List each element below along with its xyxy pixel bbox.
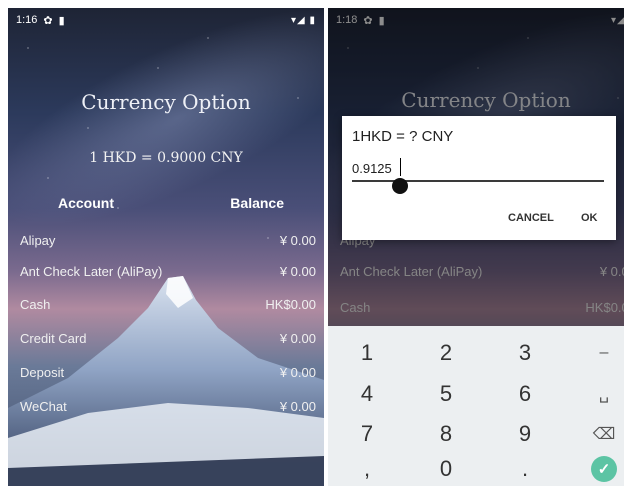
account-row-cash[interactable]: Cash HK$0.00 <box>8 293 324 317</box>
dialog-title: 1HKD = ? CNY <box>352 128 454 145</box>
exchange-rate-button[interactable]: 1 HKD = 0.9000 CNY <box>8 150 324 166</box>
account-balance: ¥ 0.00 <box>279 399 316 414</box>
account-balance: HK$0.00 <box>265 297 316 312</box>
account-balance: ¥ 0.00 <box>279 233 316 248</box>
comma-key[interactable]: , <box>328 450 406 486</box>
account-name: Cash <box>20 297 51 312</box>
table-header: Account Balance <box>8 195 324 217</box>
space-key-icon[interactable]: ␣ <box>565 375 624 413</box>
account-row-alipay[interactable]: Alipay ¥ 0.00 <box>8 229 324 253</box>
account-name: Alipay <box>20 233 56 248</box>
rate-input[interactable] <box>352 156 604 182</box>
account-row-deposit[interactable]: Deposit ¥ 0.00 <box>8 361 324 385</box>
key-6[interactable]: 6 <box>486 375 564 413</box>
key-8[interactable]: 8 <box>407 415 485 453</box>
account-header: Account <box>58 195 114 211</box>
account-row-wechat[interactable]: WeChat ¥ 0.00 <box>8 395 324 419</box>
account-balance: ¥ 0.00 <box>279 331 316 346</box>
account-name: Credit Card <box>20 331 87 346</box>
backspace-key-icon[interactable]: ⌫ <box>565 415 624 453</box>
key-0[interactable]: 0 <box>407 450 485 486</box>
minus-key[interactable]: – <box>565 334 624 372</box>
key-2[interactable]: 2 <box>407 334 485 372</box>
text-cursor <box>400 158 401 176</box>
left-screen: 1:16 ✿ ▮ ▾◢ ▮ Currency Option 1 HKD = 0.… <box>8 8 324 486</box>
cancel-button[interactable]: CANCEL <box>508 212 554 224</box>
key-1[interactable]: 1 <box>328 334 406 372</box>
account-row-ant-check-later[interactable]: Ant Check Later (AliPay) ¥ 0.00 <box>8 260 324 284</box>
status-bar: 1:16 ✿ ▮ ▾◢ ▮ <box>8 8 324 32</box>
account-balance: ¥ 0.00 <box>279 365 316 380</box>
settings-icon: ✿ <box>43 14 53 27</box>
decimal-key[interactable]: . <box>486 450 564 486</box>
ok-button[interactable]: OK <box>581 212 598 224</box>
key-7[interactable]: 7 <box>328 415 406 453</box>
balance-header: Balance <box>230 195 284 211</box>
cursor-handle[interactable] <box>392 178 408 194</box>
sd-card-icon: ▮ <box>58 14 65 27</box>
done-key[interactable]: ✓ <box>565 450 624 486</box>
page-title: Currency Option <box>81 90 251 114</box>
account-name: Ant Check Later (AliPay) <box>20 264 163 279</box>
key-4[interactable]: 4 <box>328 375 406 413</box>
signal-battery-icon: ▾◢ ▮ <box>291 14 316 26</box>
account-name: Deposit <box>20 365 65 380</box>
account-name: WeChat <box>20 399 67 414</box>
status-time: 1:16 <box>16 14 38 26</box>
exchange-rate-dialog: 1HKD = ? CNY CANCEL OK <box>342 116 616 240</box>
account-row-credit-card[interactable]: Credit Card ¥ 0.00 <box>8 327 324 351</box>
numeric-keypad: 1 2 3 – 4 5 6 ␣ 7 8 9 ⌫ , 0 . ✓ <box>328 326 624 486</box>
account-balance: ¥ 0.00 <box>279 264 316 279</box>
key-5[interactable]: 5 <box>407 375 485 413</box>
key-9[interactable]: 9 <box>486 415 564 453</box>
key-3[interactable]: 3 <box>486 334 564 372</box>
checkmark-icon: ✓ <box>591 456 617 482</box>
right-screen: 1:18 ✿ ▮ ▾◢ ▮ Currency Option Alipay Ant… <box>328 8 624 486</box>
